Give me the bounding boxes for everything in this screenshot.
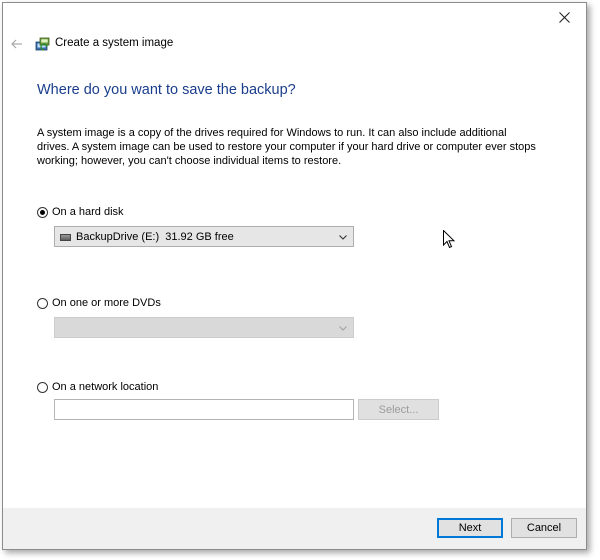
hard-disk-dropdown[interactable]: BackupDrive (E:) 31.92 GB free (54, 226, 354, 247)
close-button[interactable] (550, 5, 578, 29)
network-select-label: Select... (378, 403, 419, 416)
mouse-pointer-icon (443, 230, 455, 249)
backup-restore-icon (35, 37, 50, 51)
radio-dvd[interactable] (37, 297, 48, 309)
hard-disk-dropdown-value: BackupDrive (E:) 31.92 GB free (76, 230, 234, 243)
next-button[interactable]: Next (437, 518, 503, 538)
dialog-footer: Next Cancel (3, 508, 586, 549)
window-title: Create a system image (55, 37, 174, 49)
cancel-button[interactable]: Cancel (511, 518, 577, 538)
radio-option-dvd[interactable]: On one or more DVDs (37, 297, 161, 309)
radio-hard-disk[interactable] (37, 206, 48, 218)
network-location-input[interactable] (54, 399, 354, 420)
radio-network[interactable] (37, 381, 48, 393)
page-heading: Where do you want to save the backup? (37, 82, 296, 98)
network-select-button: Select... (358, 399, 439, 420)
radio-dvd-label: On one or more DVDs (52, 297, 161, 309)
chevron-down-icon (339, 326, 347, 331)
back-arrow-icon (11, 39, 22, 49)
dvd-dropdown (54, 317, 354, 338)
next-button-label: Next (458, 522, 482, 534)
chevron-down-icon (339, 235, 347, 240)
page: Create a system image Where do you want … (0, 0, 600, 560)
cancel-button-label: Cancel (526, 522, 562, 534)
close-icon (558, 11, 570, 23)
back-button[interactable] (7, 35, 27, 53)
radio-option-network[interactable]: On a network location (37, 381, 158, 393)
radio-network-label: On a network location (52, 381, 159, 393)
radio-hard-disk-label: On a hard disk (52, 206, 124, 218)
page-description: A system image is a copy of the drives r… (37, 127, 536, 167)
hard-drive-icon (60, 234, 71, 241)
radio-option-hard-disk[interactable]: On a hard disk (37, 206, 124, 218)
dialog-window: Create a system image Where do you want … (2, 2, 587, 550)
